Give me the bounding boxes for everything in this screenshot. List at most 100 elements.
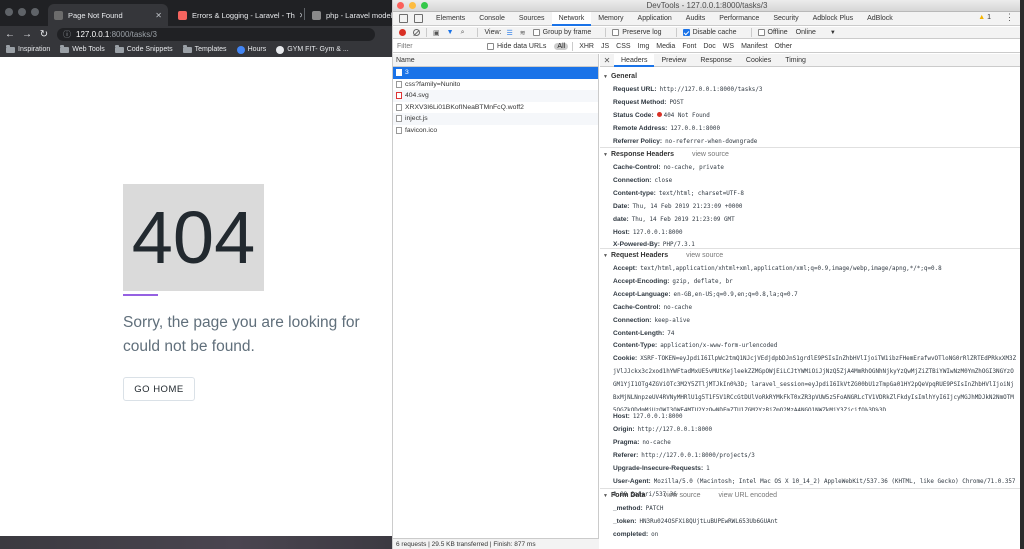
tab-memory[interactable]: Memory — [591, 12, 630, 26]
window-close-light[interactable] — [5, 8, 13, 16]
address-bar[interactable]: ⓘ 127.0.0.1:8000/tasks/3 — [57, 27, 375, 41]
filter-type-manifest[interactable]: Manifest — [738, 43, 770, 50]
filter-type-font[interactable]: Font — [679, 43, 699, 50]
back-arrow-icon[interactable]: ← — [3, 29, 17, 40]
browser-tab-active[interactable]: Page Not Found ✕ — [48, 4, 168, 26]
close-tab-icon[interactable]: ✕ — [151, 11, 162, 20]
request-headers-toggle[interactable]: ▼ Request Headers view source — [600, 250, 1021, 261]
section-divider — [600, 488, 1021, 489]
checkbox-box — [612, 29, 620, 36]
expanded-triangle-icon: ▼ — [603, 152, 608, 158]
tab-preview[interactable]: Preview — [654, 54, 693, 67]
view-source-link[interactable]: view source — [686, 252, 723, 259]
tab-elements[interactable]: Elements — [429, 12, 472, 26]
camera-icon[interactable]: ▣ — [433, 29, 440, 37]
tab-audits[interactable]: Audits — [679, 12, 712, 26]
devtools-window: DevTools - 127.0.0.1:8000/tasks/3 Elemen… — [392, 0, 1021, 549]
browser-tab-stackoverflow[interactable]: php - Laravel model ret — [306, 4, 392, 26]
tab-security[interactable]: Security — [766, 12, 805, 26]
header-value: Thu, 14 Feb 2019 21:23:09 +0000 — [632, 203, 743, 210]
info-icon[interactable]: ⓘ — [63, 29, 71, 40]
offline-checkbox[interactable]: Offline — [757, 29, 788, 36]
filter-type-ws[interactable]: WS — [720, 43, 737, 50]
error-code: 404 — [123, 184, 264, 291]
bookmark-web-tools[interactable]: Web Tools — [60, 44, 105, 53]
bookmark-code-snippets[interactable]: Code Snippets — [114, 44, 173, 53]
view-url-encoded-link[interactable]: view URL encoded — [719, 492, 778, 499]
reload-icon[interactable]: ↻ — [37, 29, 51, 40]
expanded-triangle-icon: ▼ — [603, 74, 608, 80]
forward-arrow-icon[interactable]: → — [20, 29, 34, 40]
request-row[interactable]: XRXV3I6Li01BKofINeaBTMnFcQ.woff2 — [393, 102, 598, 114]
toolbar-separator — [477, 28, 479, 37]
overview-icon[interactable]: ≋ — [520, 29, 526, 37]
header-key: Upgrade-Insecure-Requests: — [613, 464, 704, 472]
devtools-zoom-light[interactable] — [421, 2, 428, 9]
view-source-link[interactable]: view source — [664, 492, 701, 499]
more-options-icon[interactable]: ⋮ — [1005, 12, 1014, 23]
hide-data-urls-checkbox[interactable]: Hide data URLs — [487, 42, 546, 50]
bookmark-inspiration[interactable]: Inspiration — [6, 44, 50, 53]
filter-type-js[interactable]: JS — [598, 43, 612, 50]
request-row[interactable]: inject.js — [393, 113, 598, 125]
device-toolbar-icon[interactable] — [414, 14, 423, 23]
search-icon[interactable]: ⌕ — [461, 29, 465, 37]
header-key: Date: — [613, 202, 630, 210]
tab-performance[interactable]: Performance — [712, 12, 766, 26]
clear-icon[interactable] — [413, 29, 420, 36]
request-row[interactable]: css?family=Nunito — [393, 79, 598, 91]
request-row[interactable]: 3 — [393, 67, 598, 79]
filter-type-other[interactable]: Other — [772, 43, 796, 50]
bookmark-gym-fit[interactable]: GYM FIT- Gym & ... — [276, 45, 349, 54]
form-data-toggle[interactable]: ▼ Form Data view source view URL encoded — [600, 490, 1021, 501]
response-headers-toggle[interactable]: ▼ Response Headers view source — [600, 149, 1021, 160]
filter-icon[interactable]: ▼ — [447, 29, 454, 36]
general-section-toggle[interactable]: ▼ General — [600, 71, 1021, 82]
devtools-minimize-light[interactable] — [409, 2, 416, 9]
form-field-row: _token: HN3Ru024OSFXi8QUjtLuBUPEwRWL653Ub… — [600, 516, 1021, 529]
tab-application[interactable]: Application — [631, 12, 679, 26]
filter-type-css[interactable]: CSS — [613, 43, 633, 50]
inspect-element-icon[interactable] — [399, 14, 408, 23]
group-by-frame-checkbox[interactable]: Group by frame — [532, 29, 591, 36]
tab-sources[interactable]: Sources — [512, 12, 552, 26]
bookmark-templates[interactable]: Templates — [182, 44, 227, 53]
tab-network[interactable]: Network — [551, 11, 592, 26]
window-zoom-light[interactable] — [31, 8, 39, 16]
close-icon[interactable]: ✕ — [600, 56, 614, 65]
tab-headers[interactable]: Headers — [614, 54, 655, 67]
tab-cookies[interactable]: Cookies — [739, 54, 778, 67]
large-rows-icon[interactable]: ☰ — [506, 29, 512, 37]
filter-type-xhr[interactable]: XHR — [576, 43, 597, 50]
close-tab-icon[interactable]: ✕ — [295, 11, 302, 20]
name-column-header[interactable]: Name — [393, 54, 598, 67]
tab-timing[interactable]: Timing — [778, 54, 813, 67]
request-row[interactable]: favicon.ico — [393, 125, 598, 137]
throttling-select[interactable]: Online ▼ — [796, 29, 836, 36]
header-key: Referrer Policy: — [613, 137, 663, 145]
tab-adblock[interactable]: AdBlock — [860, 12, 900, 26]
tab-console[interactable]: Console — [472, 12, 512, 26]
filter-type-img[interactable]: Img — [635, 43, 653, 50]
bookmark-hours[interactable]: Hours — [236, 45, 266, 54]
preserve-log-checkbox[interactable]: Preserve log — [612, 29, 662, 36]
tab-adblock-plus[interactable]: Adblock Plus — [806, 12, 860, 26]
desktop-edge-strip — [1020, 0, 1024, 549]
warning-counter[interactable]: ▲ 1 — [978, 14, 991, 21]
view-source-link[interactable]: view source — [692, 151, 729, 158]
disable-cache-checkbox[interactable]: Disable cache — [682, 29, 737, 36]
cookie-value: XSRF-TOKEN=eyJpdiI6IlpWc2tmQ1NJcjVEdjdpb… — [613, 356, 1017, 412]
filter-type-all[interactable]: All — [554, 42, 569, 50]
browser-tab-laravel[interactable]: Errors & Logging - Laravel - Th ✕ — [172, 4, 302, 26]
request-row[interactable]: 404.svg — [393, 90, 598, 102]
go-home-button[interactable]: GO HOME — [123, 377, 195, 401]
filter-input[interactable] — [395, 40, 483, 52]
devtools-close-light[interactable] — [397, 2, 404, 9]
tab-response[interactable]: Response — [693, 54, 739, 67]
filter-type-media[interactable]: Media — [653, 43, 678, 50]
network-filter-bar: Hide data URLs All XHR JS CSS Img Media … — [393, 40, 1021, 53]
toolbar-separator — [675, 28, 677, 37]
window-minimize-light[interactable] — [18, 8, 26, 16]
filter-type-doc[interactable]: Doc — [700, 43, 718, 50]
record-icon[interactable] — [399, 29, 406, 36]
